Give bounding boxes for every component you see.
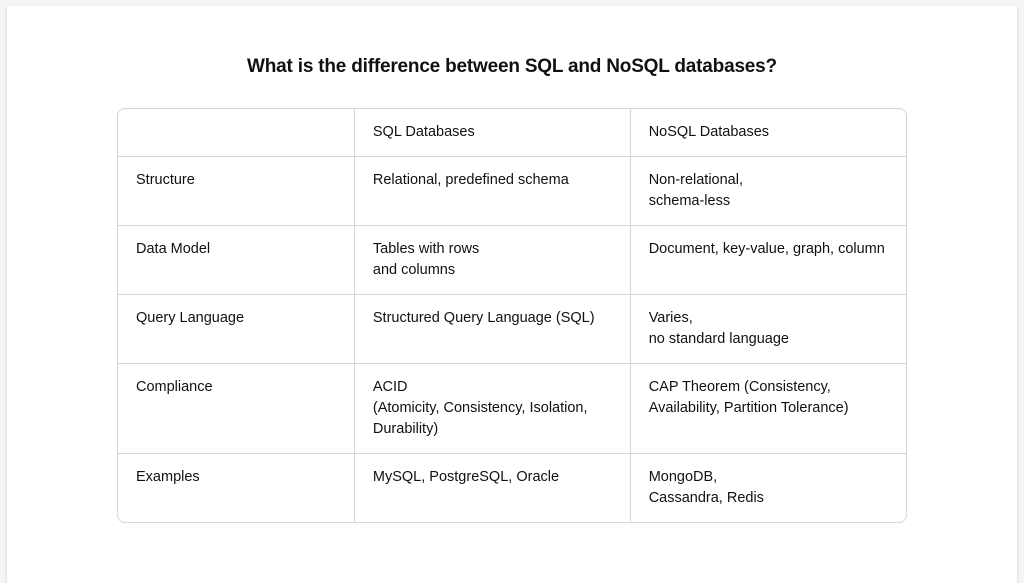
nosql-cell: Varies,no standard language — [630, 295, 906, 364]
header-sql: SQL Databases — [354, 109, 630, 157]
nosql-cell: CAP Theorem (Consistency, Availability, … — [630, 364, 906, 454]
sql-cell: Structured Query Language (SQL) — [354, 295, 630, 364]
page-title: What is the difference between SQL and N… — [117, 56, 907, 78]
sql-cell: MySQL, PostgreSQL, Oracle — [354, 454, 630, 523]
nosql-cell: MongoDB,Cassandra, Redis — [630, 454, 906, 523]
aspect-cell: Data Model — [118, 226, 354, 295]
nosql-cell: Document, key-value, graph, column — [630, 226, 906, 295]
aspect-cell: Compliance — [118, 364, 354, 454]
document-card: What is the difference between SQL and N… — [7, 6, 1017, 583]
sql-cell: ACID(Atomicity, Consistency, Isolation, … — [354, 364, 630, 454]
table-row: Structure Relational, predefined schema … — [118, 157, 906, 226]
table-row: Examples MySQL, PostgreSQL, Oracle Mongo… — [118, 454, 906, 523]
sql-cell: Tables with rowsand columns — [354, 226, 630, 295]
aspect-cell: Structure — [118, 157, 354, 226]
comparison-table-wrapper: SQL Databases NoSQL Databases Structure … — [117, 108, 907, 523]
sql-cell: Relational, predefined schema — [354, 157, 630, 226]
header-blank — [118, 109, 354, 157]
comparison-table: SQL Databases NoSQL Databases Structure … — [118, 109, 906, 522]
table-row: Query Language Structured Query Language… — [118, 295, 906, 364]
header-nosql: NoSQL Databases — [630, 109, 906, 157]
nosql-cell: Non-relational,schema-less — [630, 157, 906, 226]
aspect-cell: Query Language — [118, 295, 354, 364]
table-row: Compliance ACID(Atomicity, Consistency, … — [118, 364, 906, 454]
aspect-cell: Examples — [118, 454, 354, 523]
table-row: Data Model Tables with rowsand columns D… — [118, 226, 906, 295]
table-header-row: SQL Databases NoSQL Databases — [118, 109, 906, 157]
